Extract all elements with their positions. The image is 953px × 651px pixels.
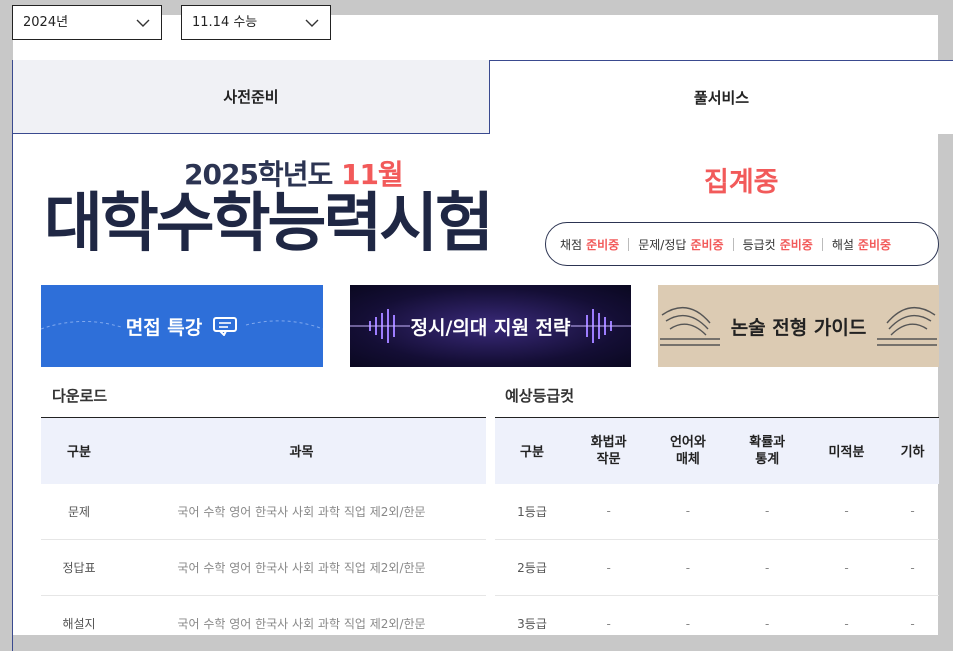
- table-header-row: 구분 과목: [41, 417, 486, 484]
- row-subjects[interactable]: 국어 수학 영어 한국사 사회 과학 직업 제2외/한문: [117, 483, 486, 540]
- status-item-gradecut: 등급컷 준비중: [743, 236, 813, 253]
- cell-value: -: [886, 539, 939, 596]
- row-subjects[interactable]: 국어 수학 영어 한국사 사회 과학 직업 제2외/한문: [117, 539, 486, 596]
- column-header: 화법과 작문: [569, 417, 649, 484]
- cell-value: -: [806, 539, 887, 596]
- gradecut-table: 구분 화법과 작문 언어와 매체 확률과 통계 미적분 기하 1등급 - - -…: [495, 417, 939, 651]
- status-item-explain: 해설 준비중: [832, 236, 891, 253]
- chevron-down-icon: [305, 19, 319, 27]
- status-label: 문제/정답: [638, 237, 687, 252]
- row-grade: 2등급: [495, 539, 569, 596]
- cell-value: -: [569, 483, 649, 540]
- column-header: 미적분: [806, 417, 887, 484]
- status-value: 준비중: [690, 237, 724, 252]
- table-row: 2등급 - - - - -: [495, 539, 939, 596]
- banner-essay[interactable]: 논술 전형 가이드: [658, 285, 939, 367]
- table-row: 3등급 - - - - -: [495, 595, 939, 651]
- chat-icon: [213, 317, 238, 336]
- table-row: 문제 국어 수학 영어 한국사 사회 과학 직업 제2외/한문: [41, 483, 486, 540]
- column-header: 언어와 매체: [648, 417, 728, 484]
- status-main: 집계중: [704, 167, 779, 198]
- download-table: 구분 과목 문제 국어 수학 영어 한국사 사회 과학 직업 제2외/한문 정답…: [41, 417, 486, 651]
- cell-value: -: [886, 595, 939, 651]
- status-item-answers: 문제/정답 준비중: [638, 236, 723, 253]
- row-type: 해설지: [41, 595, 117, 651]
- exam-select-value: 11.14 수능: [192, 15, 258, 30]
- table-row: 해설지 국어 수학 영어 한국사 사회 과학 직업 제2외/한문: [41, 595, 486, 651]
- row-grade: 1등급: [495, 483, 569, 540]
- row-type: 문제: [41, 483, 117, 540]
- cell-value: -: [806, 483, 887, 540]
- banner-interview[interactable]: 면접 특강: [41, 285, 323, 367]
- tab-full-service[interactable]: 풀서비스: [489, 60, 953, 134]
- status-label: 해설: [831, 237, 854, 252]
- banner-label: 정시/의대 지원 전략: [410, 316, 571, 339]
- chevron-down-icon: [136, 19, 150, 27]
- cell-value: -: [727, 595, 807, 651]
- status-label: 채점: [560, 237, 583, 252]
- status-label: 등급컷: [742, 237, 776, 252]
- hero-title: 대학수학능력시험: [44, 187, 494, 261]
- table-row: 정답표 국어 수학 영어 한국사 사회 과학 직업 제2외/한문: [41, 539, 486, 596]
- cell-value: -: [569, 539, 649, 596]
- row-grade: 3등급: [495, 595, 569, 651]
- year-select-value: 2024년: [23, 15, 69, 30]
- row-type: 정답표: [41, 539, 117, 596]
- cell-value: -: [886, 483, 939, 540]
- gradecut-title: 예상등급컷: [505, 387, 575, 405]
- table-row: 1등급 - - - - -: [495, 483, 939, 540]
- year-select[interactable]: 2024년: [12, 5, 162, 40]
- column-header: 기하: [886, 417, 939, 484]
- status-pill: 채점 준비중 문제/정답 준비중 등급컷 준비중 해설 준비중: [545, 222, 939, 266]
- divider: [12, 134, 13, 651]
- cell-value: -: [569, 595, 649, 651]
- banner-strategy[interactable]: 정시/의대 지원 전략: [350, 285, 631, 367]
- column-header: 확률과 통계: [727, 417, 807, 484]
- column-header: 구분: [41, 417, 117, 484]
- divider: [732, 237, 734, 251]
- divider: [628, 237, 630, 251]
- cell-value: -: [727, 539, 807, 596]
- status-value: 준비중: [586, 237, 620, 252]
- main-tabs: 사전준비 풀서비스: [12, 60, 953, 134]
- column-header: 구분: [495, 417, 569, 484]
- banner-label: 면접 특강: [125, 316, 203, 339]
- status-value: 준비중: [779, 237, 813, 252]
- column-header: 과목: [117, 417, 486, 484]
- download-title: 다운로드: [52, 387, 108, 405]
- banner-label: 논술 전형 가이드: [730, 316, 867, 339]
- divider: [821, 237, 823, 251]
- row-subjects[interactable]: 국어 수학 영어 한국사 사회 과학 직업 제2외/한문: [117, 595, 486, 651]
- cell-value: -: [648, 539, 728, 596]
- cell-value: -: [648, 595, 728, 651]
- cell-value: -: [727, 483, 807, 540]
- cell-value: -: [648, 483, 728, 540]
- tab-prep[interactable]: 사전준비: [12, 60, 489, 134]
- status-item-scoring: 채점 준비중: [560, 236, 619, 253]
- table-header-row: 구분 화법과 작문 언어와 매체 확률과 통계 미적분 기하: [495, 417, 939, 484]
- cell-value: -: [806, 595, 887, 651]
- status-value: 준비중: [857, 237, 892, 252]
- exam-select[interactable]: 11.14 수능: [181, 5, 331, 40]
